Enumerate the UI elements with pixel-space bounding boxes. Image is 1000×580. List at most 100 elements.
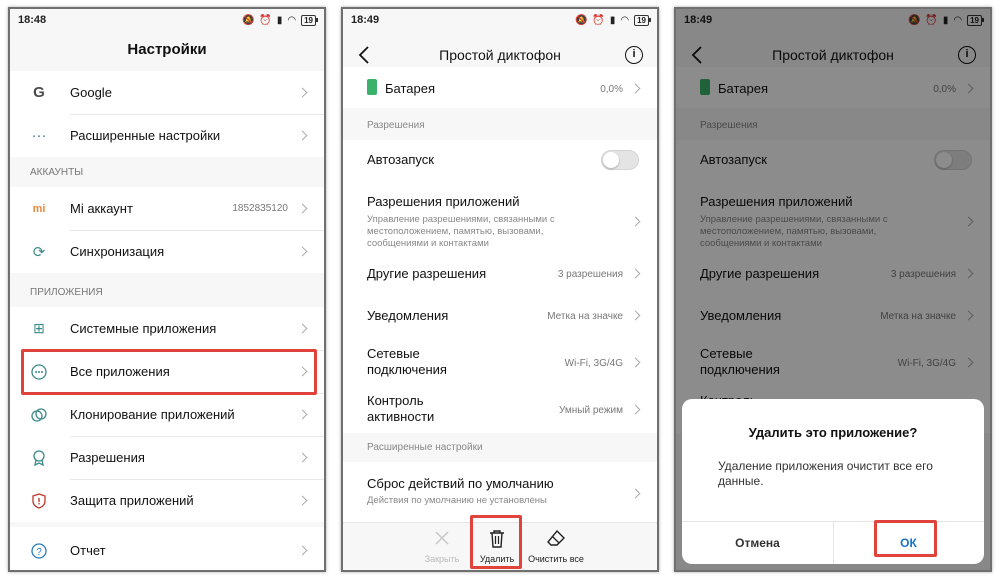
chevron-right-icon — [297, 203, 308, 214]
app-permissions-desc: Управление разрешениями, связанными с ме… — [367, 214, 555, 249]
mute-icon: 🔕 — [574, 14, 588, 26]
alarm-icon: ⏰ — [592, 14, 605, 26]
shield-icon — [30, 492, 48, 510]
clone-icon — [30, 406, 48, 424]
reset-desc: Действия по умолчанию не установлены — [367, 495, 547, 506]
network-row[interactable]: Сетевые подключения Wi-Fi, 3G/4G — [343, 338, 657, 386]
activity-row[interactable]: Контроль активности Умный режим — [343, 386, 657, 433]
autostart-toggle[interactable] — [601, 150, 639, 170]
question-icon: ? — [30, 542, 48, 560]
settings-item-app-protection[interactable]: Защита приложений — [10, 479, 324, 522]
signal-icon: ▮ — [609, 14, 616, 26]
settings-item-label: Расширенные настройки — [70, 128, 221, 143]
settings-item-report[interactable]: ? Отчет — [10, 527, 324, 570]
permissions-group: Автозапуск Разрешения приложений Управле… — [343, 140, 657, 433]
delete-confirm-dialog: Удалить это приложение? Удаление приложе… — [682, 399, 984, 564]
account-id: 1852835120 — [232, 203, 288, 214]
grid-icon: ⊞ — [33, 320, 45, 336]
network-value: Wi-Fi, 3G/4G — [564, 358, 623, 369]
notifications-value: Метка на значке — [547, 311, 623, 322]
settings-item-google[interactable]: G Google — [10, 71, 324, 114]
highlight-box — [21, 349, 317, 395]
page-title: Настройки — [127, 41, 207, 58]
chevron-right-icon — [630, 404, 641, 415]
settings-item-label: Разрешения — [70, 450, 145, 465]
status-bar: 18:49 🔕 ⏰ ▮ ◠ 19 — [343, 9, 657, 31]
settings-item-clone-apps[interactable]: Клонирование приложений — [10, 393, 324, 436]
signal-icon: ▮ — [276, 14, 283, 26]
app-permissions-row[interactable]: Разрешения приложений Управление разреше… — [343, 180, 657, 252]
settings-item-label: Системные приложения — [70, 321, 217, 336]
activity-label: Контроль активности — [367, 393, 435, 424]
clear-all-button[interactable]: Очистить все — [521, 529, 591, 564]
app-permissions-label: Разрешения приложений — [367, 194, 520, 209]
dialog-title: Удалить это приложение? — [748, 425, 918, 440]
chevron-right-icon — [630, 488, 641, 499]
dialog-message: Удаление приложения очистит все его данн… — [718, 459, 933, 488]
chevron-right-icon — [297, 323, 308, 334]
settings-item-label: Mi аккаунт — [70, 201, 133, 216]
other-permissions-row[interactable]: Другие разрешения 3 разрешения — [343, 252, 657, 294]
chevron-right-icon — [630, 216, 641, 227]
notifications-row[interactable]: Уведомления Метка на значке — [343, 294, 657, 338]
battery-row[interactable]: Батарея 0,0% — [343, 67, 657, 108]
chevron-right-icon — [297, 452, 308, 463]
status-time: 18:49 — [351, 14, 380, 26]
alarm-icon: ⏰ — [259, 14, 272, 26]
chevron-right-icon — [630, 310, 641, 321]
autostart-label: Автозапуск — [367, 152, 434, 167]
page-title: Простой диктофон — [439, 47, 561, 63]
settings-item-label: Синхронизация — [70, 244, 165, 259]
cancel-button[interactable]: Отмена — [682, 521, 833, 564]
settings-item-label: Защита приложений — [70, 493, 194, 508]
wifi-icon: ◠ — [620, 14, 630, 26]
section-permissions: Разрешения — [367, 120, 425, 131]
back-arrow-icon[interactable] — [357, 45, 373, 65]
chevron-right-icon — [630, 268, 641, 279]
other-permissions-value: 3 разрешения — [557, 269, 623, 280]
section-accounts: АККАУНТЫ — [30, 167, 84, 178]
battery-icon: 19 — [301, 14, 318, 26]
settings-item-system-apps[interactable]: ⊞ Системные приложения — [10, 307, 324, 350]
settings-item-label: Клонирование приложений — [70, 407, 235, 422]
battery-value: 0,0% — [600, 84, 623, 95]
battery-green-icon — [367, 79, 377, 95]
chevron-right-icon — [297, 545, 308, 556]
network-label: Сетевые подключения — [367, 346, 447, 377]
status-time: 18:48 — [18, 14, 47, 26]
bottom-group: ? Отчет — [10, 527, 324, 570]
settings-screen: 18:48 🔕 ⏰ ▮ ◠ 19 Настройки G Google ··· … — [8, 7, 326, 572]
chevron-right-icon — [297, 246, 308, 257]
chevron-right-icon — [630, 357, 641, 368]
settings-item-sync[interactable]: ⟳ Синхронизация — [10, 230, 324, 273]
chevron-right-icon — [630, 83, 641, 94]
notifications-label: Уведомления — [367, 308, 449, 323]
accounts-group: mi Mi аккаунт 1852835120 ⟳ Синхронизация — [10, 187, 324, 273]
chevron-right-icon — [297, 87, 308, 98]
settings-item-mi-account[interactable]: mi Mi аккаунт 1852835120 — [10, 187, 324, 230]
highlight-box — [874, 520, 937, 557]
reset-row[interactable]: Сброс действий по умолчанию Действия по … — [343, 462, 657, 522]
section-apps: ПРИЛОЖЕНИЯ — [30, 287, 103, 298]
reset-label: Сброс действий по умолчанию — [367, 476, 554, 491]
mi-icon: mi — [32, 202, 46, 215]
top-group: G Google ··· Расширенные настройки — [10, 71, 324, 157]
chevron-right-icon — [297, 495, 308, 506]
settings-item-label: Отчет — [70, 543, 106, 558]
info-icon[interactable]: i — [625, 46, 643, 64]
svg-text:?: ? — [36, 547, 42, 558]
activity-value: Умный режим — [558, 405, 623, 416]
highlight-box — [470, 515, 522, 569]
more-dots-icon: ··· — [31, 127, 47, 144]
settings-item-label: Google — [70, 85, 112, 100]
google-icon: G — [33, 84, 45, 101]
battery-label: Батарея — [385, 81, 436, 96]
settings-item-permissions[interactable]: Разрешения — [10, 436, 324, 479]
autostart-row[interactable]: Автозапуск — [343, 140, 657, 180]
status-bar: 18:48 🔕 ⏰ ▮ ◠ 19 — [10, 9, 324, 31]
settings-item-advanced[interactable]: ··· Расширенные настройки — [10, 114, 324, 157]
app-info-screen: 18:49 🔕 ⏰ ▮ ◠ 19 Простой диктофон i Бата… — [341, 7, 659, 572]
section-advanced: Расширенные настройки — [367, 442, 483, 453]
delete-dialog-screen: 18:49 🔕 ⏰ ▮ ◠ 19 Простой диктофон i Бата… — [674, 7, 992, 572]
badge-icon — [30, 449, 48, 467]
